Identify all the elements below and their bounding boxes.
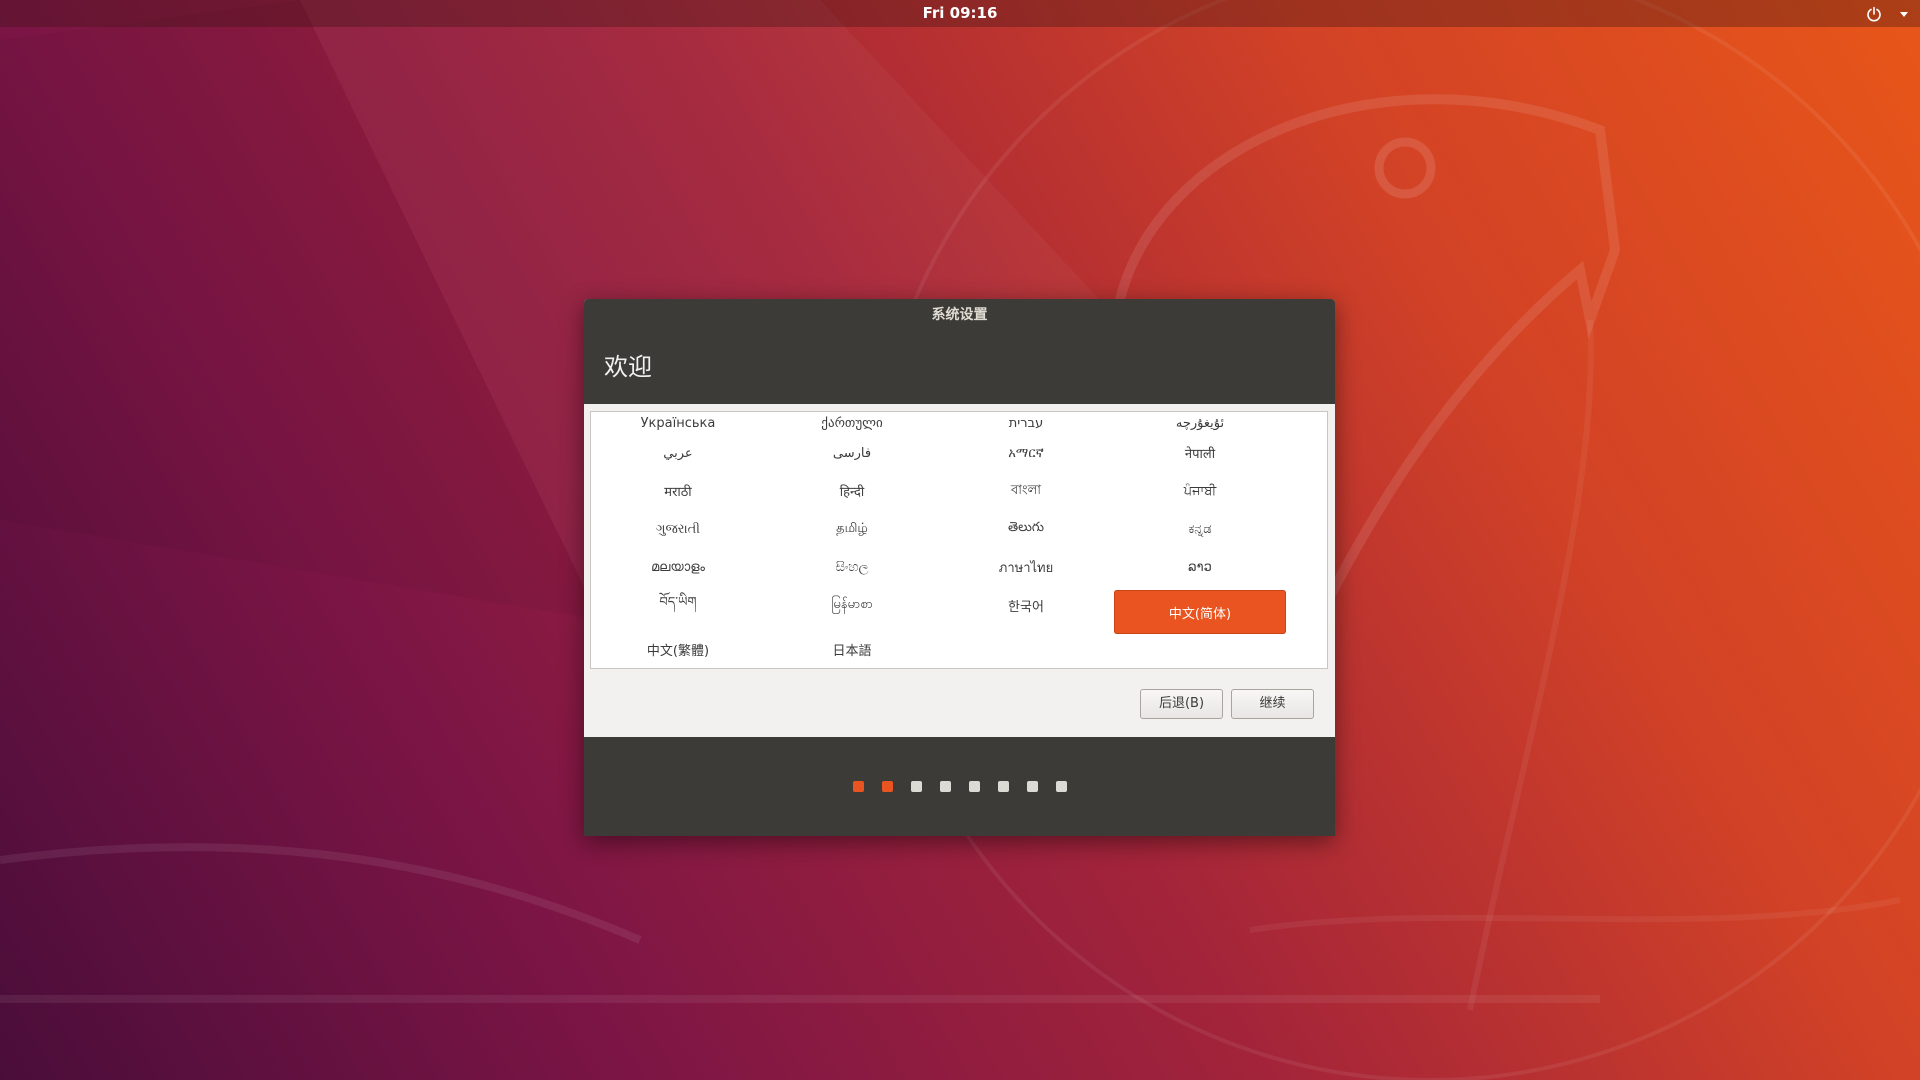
language-option[interactable]: ਪੰਜਾਬੀ	[1113, 472, 1287, 510]
language-option[interactable]: ಕನ್ನಡ	[1113, 510, 1287, 548]
step-dot	[997, 781, 1009, 792]
language-option[interactable]: தமிழ்	[765, 510, 939, 548]
language-option[interactable]: ગુજરાતી	[591, 510, 765, 548]
dialog-title[interactable]: 系统设置	[584, 299, 1335, 332]
progress-footer	[584, 737, 1335, 836]
language-list: Українська ქართული עברית ئۇيغۇرچە عربي ف…	[590, 411, 1328, 669]
system-menu[interactable]	[1866, 0, 1910, 27]
dialog-button-row: 后退(B) 继续	[584, 669, 1335, 737]
step-dot	[939, 781, 951, 792]
language-option[interactable]: বাংলা	[939, 472, 1113, 510]
clock[interactable]: Fri 09:16	[0, 0, 1920, 27]
step-dot	[1026, 781, 1038, 792]
step-dot-completed	[852, 781, 864, 792]
step-dot	[910, 781, 922, 792]
step-dot	[1055, 781, 1067, 792]
language-option[interactable]: עברית	[939, 412, 1113, 434]
language-option[interactable]: བོད་ཡིག	[591, 586, 765, 624]
language-option[interactable]: فارسی	[765, 434, 939, 472]
language-option[interactable]: မြန်မာစာ	[765, 586, 939, 624]
step-dot-completed	[881, 781, 893, 792]
chevron-down-icon	[1898, 8, 1910, 20]
system-setup-dialog: 系统设置 欢迎 Українська ქართული עברית ئۇيغۇرچ…	[584, 299, 1335, 836]
continue-button[interactable]: 继续	[1231, 689, 1314, 719]
language-option[interactable]: हिन्दी	[765, 472, 939, 510]
language-option-selected[interactable]: 中文(简体)	[1114, 590, 1286, 634]
language-option[interactable]: नेपाली	[1113, 434, 1287, 472]
language-option[interactable]: Українська	[591, 412, 765, 434]
language-option[interactable]: አማርኛ	[939, 434, 1113, 472]
language-option[interactable]: 한국어	[939, 586, 1113, 624]
dialog-header: 欢迎	[584, 332, 1335, 404]
language-option[interactable]: عربي	[591, 434, 765, 472]
top-bar: Fri 09:16	[0, 0, 1920, 27]
language-option[interactable]: ລາວ	[1113, 548, 1287, 586]
language-option[interactable]: 日本語	[765, 630, 939, 668]
step-indicator	[584, 781, 1335, 793]
back-button[interactable]: 后退(B)	[1140, 689, 1223, 719]
language-option[interactable]: मराठी	[591, 472, 765, 510]
language-option[interactable]: 中文(繁體)	[591, 630, 765, 668]
power-icon	[1866, 6, 1882, 22]
language-option[interactable]: తెలుగు	[939, 510, 1113, 548]
page-title: 欢迎	[604, 353, 652, 381]
step-dot	[968, 781, 980, 792]
language-option[interactable]: ئۇيغۇرچە	[1113, 412, 1287, 434]
language-option[interactable]: සිංහල	[765, 548, 939, 586]
language-option[interactable]: മലയാളം	[591, 548, 765, 586]
language-option[interactable]: ქართული	[765, 412, 939, 434]
language-option[interactable]: ภาษาไทย	[939, 548, 1113, 586]
